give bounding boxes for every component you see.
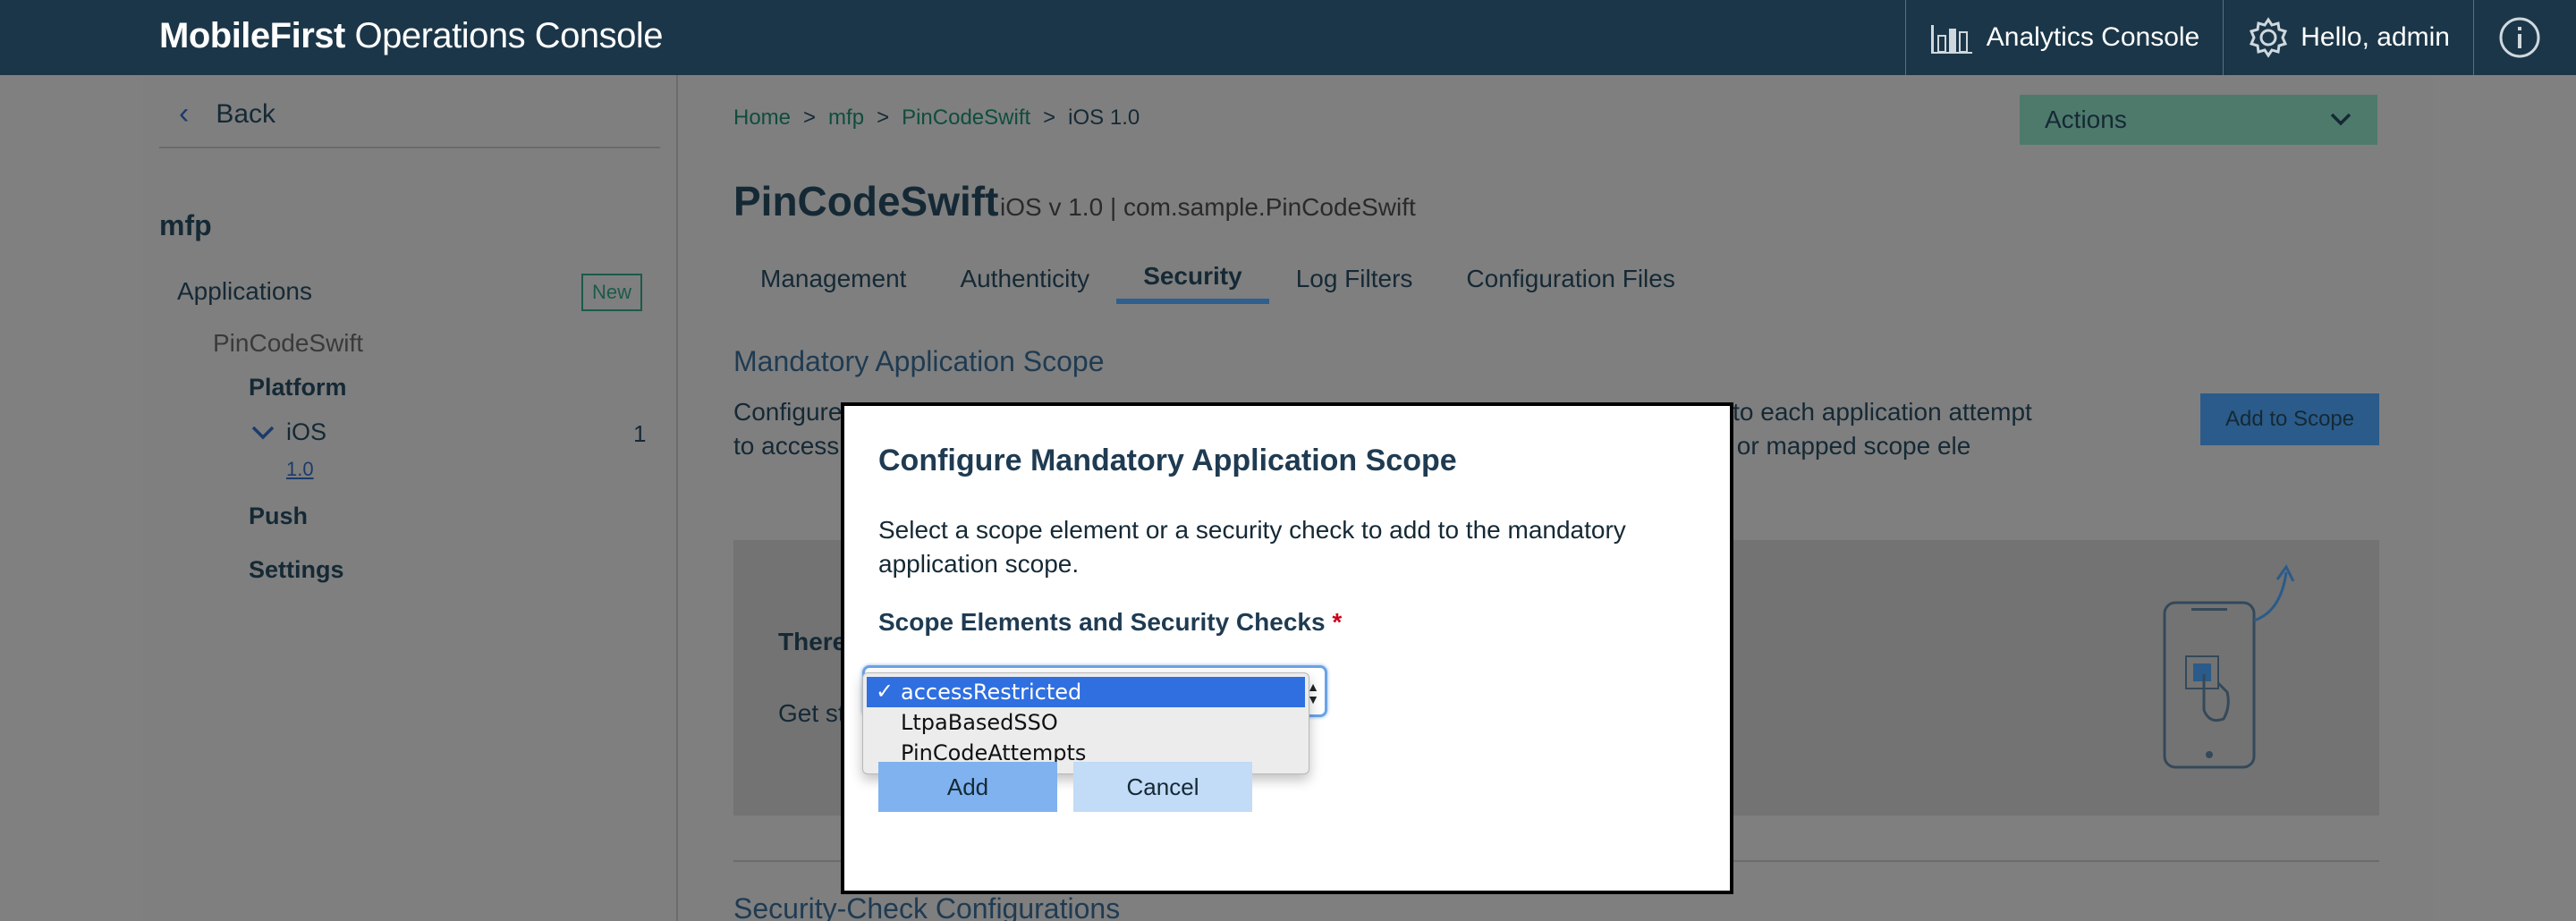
tab-configuration-files[interactable]: Configuration Files [1439, 254, 1701, 304]
back-link[interactable]: ‹ Back [179, 97, 275, 131]
field-label: Scope Elements and Security Checks * [878, 608, 1343, 636]
dialog-title: Configure Mandatory Application Scope [878, 444, 1457, 477]
section-heading: Mandatory Application Scope [733, 345, 1105, 377]
left-navigation: ‹ Back mfp Applications New PinCodeSwift… [143, 75, 678, 921]
tab-log-filters[interactable]: Log Filters [1269, 254, 1440, 304]
divider [159, 147, 660, 148]
empty-state-title: There [778, 628, 847, 655]
add-to-scope-button[interactable]: Add to Scope [2200, 393, 2380, 445]
runtime-title[interactable]: mfp [159, 209, 212, 242]
sidebar-item-applications[interactable]: Applications [177, 277, 312, 306]
sidebar-item-ios[interactable]: iOS [250, 418, 326, 446]
ios-version-count: 1 [633, 420, 647, 447]
sidebar-item-platform: Platform [249, 374, 347, 401]
actions-label: Actions [2045, 106, 2127, 133]
user-greeting: Hello, admin [2301, 22, 2450, 52]
sidebar-item-push[interactable]: Push [249, 503, 308, 530]
analytics-console-link[interactable]: Analytics Console [1906, 0, 2223, 75]
tab-security[interactable]: Security [1116, 254, 1269, 304]
back-label: Back [216, 98, 276, 129]
section-heading-security-checks: Security-Check Configurations [733, 892, 1121, 921]
user-menu[interactable]: Hello, admin [2224, 0, 2473, 75]
add-button[interactable]: Add [878, 762, 1057, 812]
breadcrumb: Home > mfp > PinCodeSwift > iOS 1.0 [733, 106, 1140, 131]
breadcrumb-home[interactable]: Home [733, 106, 791, 131]
ios-label: iOS [286, 418, 327, 445]
scope-options-list: ✓ accessRestricted LtpaBasedSSO PinCodeAt… [862, 672, 1309, 774]
page-subtitle: iOS v 1.0 | com.sample.PinCodeSwift [1000, 193, 1416, 221]
console-brand: MobileFirst Operations Console [159, 16, 664, 55]
gear-icon [2250, 17, 2288, 58]
required-mark: * [1332, 608, 1343, 636]
tab-authenticity[interactable]: Authenticity [933, 254, 1116, 304]
phone-illustration-icon [2163, 564, 2295, 769]
new-application-button[interactable]: New [581, 274, 643, 311]
chevron-down-icon [251, 426, 275, 439]
analytics-console-label: Analytics Console [1986, 22, 2200, 52]
sidebar-item-app[interactable]: PinCodeSwift [213, 329, 363, 358]
top-bar: MobileFirst Operations Console Analytics… [0, 0, 2576, 75]
tab-bar: Management Authenticity Security Log Fil… [733, 254, 1702, 304]
chevron-left-icon: ‹ [179, 97, 190, 131]
sidebar-item-settings[interactable]: Settings [249, 556, 344, 584]
chevron-down-icon [2330, 113, 2351, 126]
breadcrumb-app[interactable]: PinCodeSwift [902, 106, 1030, 131]
breadcrumb-runtime[interactable]: mfp [828, 106, 864, 131]
empty-state-text: Get st [778, 699, 845, 727]
actions-dropdown[interactable]: Actions [2020, 95, 2377, 145]
info-button[interactable] [2474, 0, 2576, 75]
page-title: PinCodeSwift [733, 178, 999, 224]
breadcrumb-current: iOS 1.0 [1068, 106, 1140, 130]
checkmark-icon: ✓ [876, 679, 894, 704]
tab-management[interactable]: Management [733, 254, 933, 304]
info-icon [2499, 17, 2540, 58]
analytics-icon [1930, 25, 1972, 54]
configure-scope-dialog: Configure Mandatory Application Scope Se… [841, 402, 1733, 894]
cancel-button[interactable]: Cancel [1073, 762, 1252, 812]
dialog-description: Select a scope element or a security che… [878, 516, 1626, 578]
option-ltpa-based-sso[interactable]: LtpaBasedSSO [863, 707, 1309, 738]
option-access-restricted[interactable]: ✓ accessRestricted [867, 677, 1305, 707]
sidebar-item-version[interactable]: 1.0 [286, 458, 314, 481]
